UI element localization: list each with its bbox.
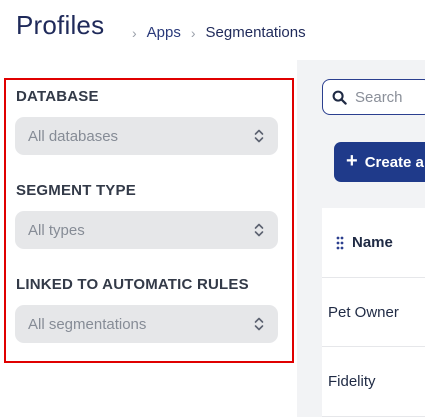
table-row[interactable]: Pet Owner: [322, 278, 425, 347]
breadcrumb-segmentations[interactable]: Segmentations: [206, 24, 306, 41]
segment-type-select-value: All types: [28, 221, 85, 239]
sort-updown-icon: [254, 129, 264, 143]
segment-type-label: SEGMENT TYPE: [16, 182, 136, 199]
search-icon: [332, 90, 347, 105]
breadcrumb: › Apps › Segmentations: [132, 24, 306, 41]
cell-name: Fidelity: [328, 373, 376, 390]
column-header-name[interactable]: Name: [352, 234, 393, 251]
page-title: Profiles: [16, 10, 105, 40]
cell-name: Pet Owner: [328, 303, 399, 321]
table-header: Name: [322, 208, 425, 278]
chevron-right-icon: ›: [190, 24, 196, 41]
search-placeholder: Search: [355, 88, 403, 106]
segmentations-table: Name Pet Owner Fidelity: [322, 208, 425, 417]
drag-handle-icon[interactable]: [336, 236, 344, 250]
filter-panel: DATABASE All databases SEGMENT TYPE All …: [4, 78, 294, 363]
linked-rules-select-value: All segmentations: [28, 315, 147, 333]
table-row[interactable]: Fidelity: [322, 347, 425, 417]
database-select-value: All databases: [28, 127, 119, 145]
create-button-label: Create a: [364, 153, 424, 171]
plus-icon: +: [346, 150, 358, 172]
linked-rules-select[interactable]: All segmentations: [15, 305, 278, 343]
sort-updown-icon: [254, 223, 264, 237]
database-label: DATABASE: [16, 88, 99, 105]
segment-type-select[interactable]: All types: [15, 211, 278, 249]
linked-rules-label: LINKED TO AUTOMATIC RULES: [16, 276, 249, 293]
sort-updown-icon: [254, 317, 264, 331]
breadcrumb-apps[interactable]: Apps: [147, 24, 181, 41]
create-button[interactable]: + Create a: [334, 142, 425, 182]
search-input[interactable]: Search: [322, 79, 425, 115]
chevron-right-icon: ›: [132, 24, 137, 41]
database-select[interactable]: All databases: [15, 117, 278, 155]
